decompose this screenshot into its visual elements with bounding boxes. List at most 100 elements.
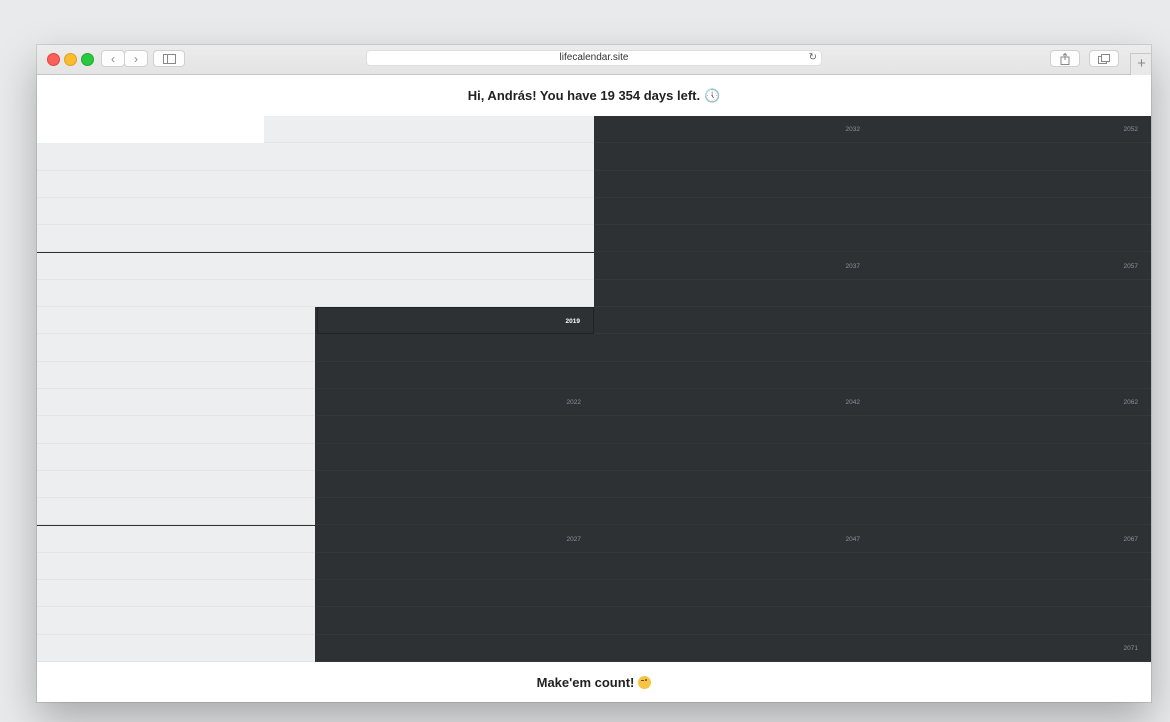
year-cell [873, 416, 1151, 444]
year-cell [873, 279, 1151, 308]
year-label: 2037 [845, 262, 860, 270]
year-cell [315, 279, 594, 308]
year-cell [594, 634, 873, 662]
year-cell [594, 170, 873, 198]
year-label: 2027 [566, 535, 581, 543]
year-cell [873, 389, 1151, 417]
current-year-label: 2019 [565, 318, 580, 326]
year-cell [315, 525, 594, 553]
maximize-window-button[interactable] [81, 53, 94, 66]
year-label: 2071 [1123, 644, 1138, 652]
share-icon [1060, 52, 1070, 65]
year-label: 2022 [566, 399, 581, 406]
new-tab-button[interactable]: + [1130, 53, 1151, 75]
share-button[interactable] [1050, 50, 1080, 67]
year-cell [315, 634, 594, 662]
year-cell [37, 607, 315, 635]
year-cell [315, 143, 594, 171]
clock-icon: 🕔 [704, 87, 721, 103]
reload-icon[interactable]: ↻ [809, 52, 817, 63]
year-label: 2052 [1123, 126, 1138, 133]
year-cell [37, 416, 315, 444]
year-label: 2032 [845, 126, 860, 133]
year-cell [37, 580, 315, 608]
year-cell [37, 470, 315, 499]
year-cell [37, 252, 315, 280]
year-cell [315, 607, 594, 635]
year-cell [594, 307, 873, 335]
year-cell [315, 197, 594, 226]
year-cell [37, 634, 315, 662]
year-cell [37, 307, 315, 335]
footer-text: Make'em count! [536, 674, 635, 690]
year-cell [37, 334, 315, 362]
year-cell [315, 443, 594, 471]
year-cell [873, 252, 1151, 280]
year-cell [873, 143, 1151, 171]
sidebar-icon [162, 53, 176, 64]
browser-toolbar: ‹ › lifecalendar.site ↻ [37, 45, 1151, 75]
year-cell [37, 443, 315, 471]
year-cell [315, 225, 594, 253]
year-cell [873, 443, 1151, 471]
year-cell [37, 197, 315, 226]
year-cell [594, 470, 873, 499]
close-window-button[interactable] [47, 53, 60, 66]
year-cell [37, 361, 315, 389]
year-cell [594, 143, 873, 171]
year-cell [873, 634, 1151, 662]
year-cell [37, 279, 315, 308]
chevron-right-icon: › [134, 51, 138, 66]
year-cell [37, 525, 315, 553]
year-cell [873, 197, 1151, 226]
year-cell [873, 334, 1151, 362]
year-cell [315, 361, 594, 389]
year-cell [315, 252, 594, 280]
chevron-left-icon: ‹ [111, 51, 115, 66]
year-cell [594, 498, 873, 526]
year-cell [315, 116, 594, 144]
year-cell [594, 225, 873, 253]
year-cell [873, 552, 1151, 581]
page-headline: Hi, András! You have 19 354 days left. 🕔 [37, 75, 1151, 116]
headline-text: Hi, András! You have 19 354 days left. [467, 88, 701, 103]
year-cell [594, 252, 873, 280]
year-label: 2042 [845, 399, 860, 406]
year-cell [315, 170, 594, 198]
year-cell [873, 116, 1151, 144]
year-cell [37, 170, 315, 198]
year-cell [594, 443, 873, 471]
tabs-overview-button[interactable] [1089, 50, 1119, 67]
year-cell [315, 470, 594, 499]
year-cell [37, 225, 315, 253]
year-cell [873, 361, 1151, 389]
year-cell [315, 416, 594, 444]
year-cell [873, 498, 1151, 526]
year-cell [594, 525, 873, 553]
year-cell [315, 580, 594, 608]
year-cell [315, 334, 594, 362]
year-cell [315, 389, 594, 417]
sidebar-button[interactable] [153, 50, 185, 67]
year-cell [37, 143, 315, 171]
year-cell [315, 552, 594, 581]
year-cell [873, 607, 1151, 635]
year-cell [264, 116, 315, 144]
address-bar[interactable]: lifecalendar.site ↻ [366, 50, 822, 66]
year-cell [594, 607, 873, 635]
year-cell [37, 498, 315, 526]
year-label: 2047 [845, 535, 860, 543]
page-footer: Make'em count! [37, 662, 1151, 702]
plus-icon: + [1137, 55, 1146, 72]
year-cell [594, 416, 873, 444]
tabs-icon [1098, 53, 1110, 64]
back-button[interactable]: ‹ [101, 50, 125, 67]
year-cell [873, 307, 1151, 335]
year-label: 2057 [1123, 262, 1138, 270]
minimize-window-button[interactable] [64, 53, 77, 66]
year-cell [594, 197, 873, 226]
browser-window: ‹ › lifecalendar.site ↻ + Hi, András! Yo… [37, 45, 1151, 702]
year-cell [873, 225, 1151, 253]
year-cell [37, 389, 315, 417]
forward-button[interactable]: › [124, 50, 148, 67]
